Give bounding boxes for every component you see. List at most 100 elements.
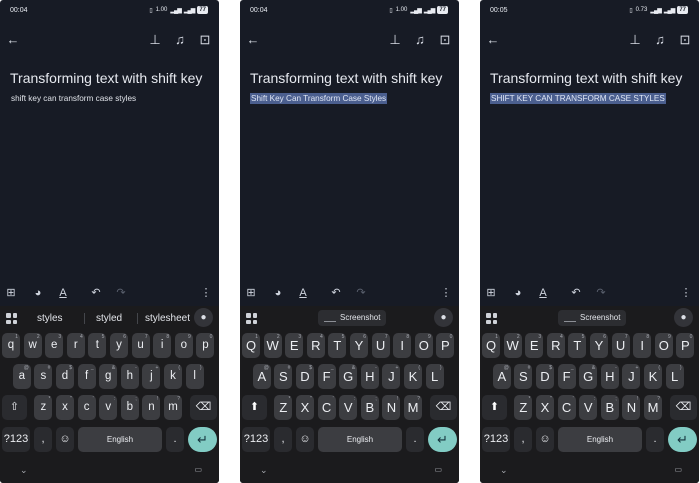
symbols-key[interactable]: ?123	[242, 427, 270, 452]
note-title[interactable]: Transforming text with shift key	[490, 70, 682, 86]
mic-icon[interactable]: ●	[674, 308, 693, 327]
pin-icon[interactable]: ⊥	[147, 32, 163, 48]
enter-key[interactable]: ↵	[188, 427, 217, 452]
redo-icon[interactable]: ↷	[353, 285, 369, 301]
add-box-icon[interactable]: ⊞	[3, 285, 19, 301]
key[interactable]: z *	[34, 395, 53, 420]
key[interactable]: P0	[436, 333, 455, 358]
backspace-key[interactable]: ⌫	[670, 395, 697, 420]
key[interactable]: P0	[676, 333, 695, 358]
key[interactable]: D $	[536, 364, 554, 389]
enter-key[interactable]: ↵	[428, 427, 457, 452]
keyboard-icon[interactable]: ▭	[674, 465, 682, 474]
key[interactable]: E3	[285, 333, 304, 358]
spacebar[interactable]: English	[318, 427, 402, 452]
spacebar[interactable]: English	[78, 427, 162, 452]
add-box-icon[interactable]: ⊞	[243, 285, 259, 301]
back-arrow-icon[interactable]: ←	[245, 32, 261, 48]
undo-icon[interactable]: ↶	[568, 285, 584, 301]
chevron-down-icon[interactable]: ⌄	[260, 465, 268, 476]
key[interactable]: B;	[600, 395, 619, 420]
key[interactable]: R4	[546, 333, 565, 358]
shift-key[interactable]: ⇧	[2, 395, 27, 420]
symbols-key[interactable]: ?123	[482, 427, 510, 452]
apps-grid-icon[interactable]	[246, 313, 257, 324]
palette-icon[interactable]: ◕	[30, 285, 46, 301]
key[interactable]: S #	[514, 364, 533, 389]
suggestion-word[interactable]: styles	[37, 313, 63, 324]
key[interactable]: o9	[174, 333, 193, 358]
key[interactable]: Q1	[242, 333, 260, 358]
note-body-selected[interactable]: Shift Key Can Transform Case Styles	[250, 93, 388, 104]
key[interactable]: x "	[56, 395, 74, 420]
key[interactable]: X "	[536, 395, 554, 420]
archive-icon[interactable]: ⊡	[197, 32, 213, 48]
key[interactable]: H-	[360, 364, 379, 389]
key[interactable]: G &	[339, 364, 358, 389]
key[interactable]: i8	[153, 333, 172, 358]
screenshot-chip[interactable]: Screenshot	[318, 310, 386, 326]
key[interactable]: S #	[274, 364, 293, 389]
emoji-key[interactable]: ☺	[296, 427, 314, 452]
spacebar[interactable]: English	[558, 427, 642, 452]
palette-icon[interactable]: ◕	[510, 285, 526, 301]
key[interactable]: Q1	[482, 333, 500, 358]
undo-icon[interactable]: ↶	[88, 285, 104, 301]
emoji-key[interactable]: ☺	[536, 427, 554, 452]
add-box-icon[interactable]: ⊞	[483, 285, 499, 301]
more-vert-icon[interactable]: ⋮	[198, 285, 214, 301]
comma-key[interactable]: ,	[274, 427, 292, 452]
key[interactable]: l)	[185, 364, 204, 389]
note-body[interactable]: shift key can transform case styles	[10, 93, 137, 104]
comma-key[interactable]: ,	[514, 427, 532, 452]
key[interactable]: j +	[142, 364, 161, 389]
chevron-down-icon[interactable]: ⌄	[500, 465, 508, 476]
key[interactable]: w2	[23, 333, 42, 358]
key[interactable]: O9	[414, 333, 433, 358]
key[interactable]: Z *	[274, 395, 293, 420]
key[interactable]: G &	[579, 364, 598, 389]
key[interactable]: O9	[654, 333, 673, 358]
key[interactable]: M?	[404, 395, 422, 420]
key[interactable]: V:	[579, 395, 598, 420]
key[interactable]: X "	[296, 395, 314, 420]
backspace-key[interactable]: ⌫	[190, 395, 217, 420]
key[interactable]: e3	[45, 333, 64, 358]
key[interactable]: U7	[611, 333, 630, 358]
key[interactable]: F _	[317, 364, 336, 389]
key[interactable]: H-	[600, 364, 619, 389]
key[interactable]: W2	[503, 333, 522, 358]
key[interactable]: T5	[328, 333, 347, 358]
note-body-selected[interactable]: SHIFT KEY CAN TRANSFORM CASE STYLES	[490, 93, 666, 104]
key[interactable]: U7	[371, 333, 390, 358]
key[interactable]: I8	[393, 333, 412, 358]
key[interactable]: d $	[56, 364, 74, 389]
redo-icon[interactable]: ↷	[113, 285, 129, 301]
text-format-icon[interactable]: A	[55, 285, 71, 301]
more-vert-icon[interactable]: ⋮	[678, 285, 694, 301]
archive-icon[interactable]: ⊡	[437, 32, 453, 48]
period-key[interactable]: .	[166, 427, 184, 452]
emoji-key[interactable]: ☺	[56, 427, 74, 452]
key[interactable]: A @	[252, 364, 271, 389]
shift-key[interactable]: ⬆	[482, 395, 507, 420]
key[interactable]: s #	[34, 364, 53, 389]
mic-icon[interactable]: ●	[194, 308, 213, 327]
redo-icon[interactable]: ↷	[593, 285, 609, 301]
symbols-key[interactable]: ?123	[2, 427, 30, 452]
chevron-down-icon[interactable]: ⌄	[20, 465, 28, 476]
apps-grid-icon[interactable]	[6, 313, 17, 324]
key[interactable]: p0	[196, 333, 215, 358]
key[interactable]: Y6	[590, 333, 608, 358]
enter-key[interactable]: ↵	[668, 427, 697, 452]
key[interactable]: N!	[622, 395, 641, 420]
key[interactable]: q1	[2, 333, 20, 358]
key[interactable]: Z *	[514, 395, 533, 420]
key[interactable]: L)	[665, 364, 684, 389]
key[interactable]: I8	[633, 333, 652, 358]
key[interactable]: f _	[77, 364, 96, 389]
key[interactable]: Y6	[350, 333, 368, 358]
period-key[interactable]: .	[646, 427, 664, 452]
undo-icon[interactable]: ↶	[328, 285, 344, 301]
keyboard-icon[interactable]: ▭	[194, 465, 202, 474]
